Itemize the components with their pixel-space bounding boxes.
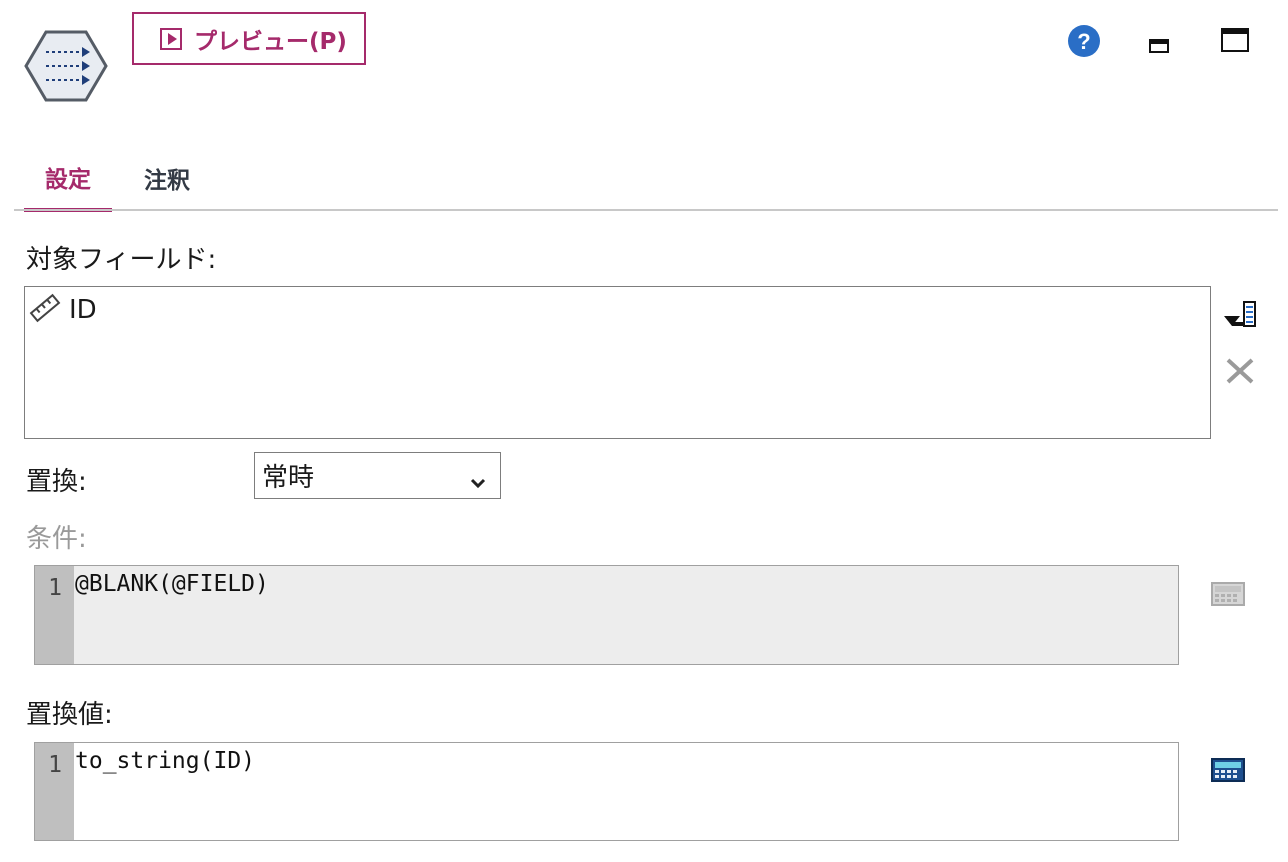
tab-bar: 設定 注釈 (14, 146, 1278, 212)
replace-label: 置換: (26, 467, 87, 497)
preview-button[interactable]: プレビュー(P) (132, 12, 366, 65)
expression-builder-icon[interactable] (1211, 758, 1245, 784)
play-icon (160, 27, 182, 50)
minimize-icon[interactable] (1148, 36, 1170, 54)
line-number: 1 (35, 566, 74, 664)
tab-annotations[interactable]: 注釈 (132, 146, 202, 210)
replace-select[interactable]: 常時 (254, 452, 501, 499)
condition-editor[interactable]: 1 @BLANK(@FIELD) (34, 565, 1179, 665)
help-icon[interactable]: ? (1067, 24, 1101, 58)
svg-text:?: ? (1077, 29, 1090, 54)
replace-select-value: 常時 (262, 463, 315, 493)
chevron-down-icon (470, 467, 486, 489)
list-item[interactable]: ID (29, 293, 97, 327)
expression-builder-icon (1211, 582, 1245, 608)
preview-button-label: プレビュー(P) (194, 28, 347, 55)
condition-code: @BLANK(@FIELD) (74, 566, 1178, 664)
target-fields-label: 対象フィールド: (26, 245, 217, 275)
replacement-value-label: 置換値: (26, 700, 113, 730)
delete-icon[interactable] (1224, 356, 1256, 386)
tab-divider (14, 209, 1278, 211)
replacement-value-editor[interactable]: 1 to_string(ID) (34, 742, 1179, 841)
maximize-icon[interactable] (1220, 27, 1250, 53)
tab-settings[interactable]: 設定 (24, 146, 112, 212)
continuous-field-ruler-icon (29, 293, 61, 327)
field-name: ID (69, 295, 97, 325)
field-reorder-node-icon (24, 30, 108, 102)
line-number: 1 (35, 743, 74, 840)
condition-label: 条件: (26, 524, 87, 554)
field-picker-icon[interactable] (1222, 298, 1258, 330)
target-fields-list[interactable]: ID (24, 286, 1211, 439)
replacement-value-code: to_string(ID) (74, 743, 1178, 840)
